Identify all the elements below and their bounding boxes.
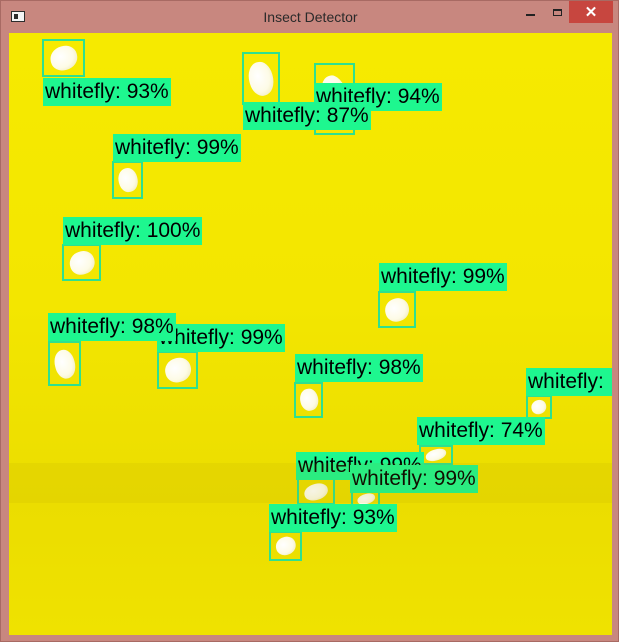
detection-box [48,341,81,386]
detection-label: whitefly: 74% [417,417,545,445]
detection-label: whitefly: 98% [48,313,176,341]
detection-label: whitefly: 100% [63,217,203,245]
close-icon: ✕ [584,4,598,21]
detection-box [419,445,453,465]
detection-box [62,244,101,281]
whitefly-image [115,166,140,194]
whitefly-image [302,480,330,503]
whitefly-image [297,386,320,414]
detection-box [157,351,198,389]
whitefly-image [161,355,194,385]
detection-box [294,382,323,418]
detection-label: whitefly: 87% [243,102,371,130]
whitefly-image [529,398,549,416]
whitefly-image [66,248,97,277]
maximize-button[interactable] [544,1,570,23]
detection-label: whitefly: 98% [295,354,423,382]
detection-box [269,531,302,561]
minimize-button[interactable] [517,1,543,23]
whitefly-image [424,446,448,464]
detection-box [42,39,85,77]
whitefly-image [50,347,79,380]
detection-box [297,478,335,505]
detection-label: whitefly: 93% [43,78,171,106]
whitefly-image [47,42,80,74]
detection-canvas: whitefly: 93% whitefly: 94% whitefly: 87… [9,33,612,635]
detection-box [242,52,280,105]
minimize-icon [525,14,535,16]
detection-label: whitefly: 99% [350,465,478,493]
detection-label: whitefly: 99% [157,324,285,352]
detection-label: whitefly: [526,368,612,396]
whitefly-image [245,58,277,99]
detection-label: whitefly: 93% [269,504,397,532]
close-button[interactable]: ✕ [569,1,613,23]
whitefly-image [382,295,412,324]
maximize-icon [552,8,562,16]
detection-label: whitefly: 99% [379,263,507,291]
whitefly-image [273,534,298,558]
detection-box [112,161,143,199]
title-bar[interactable]: Insect Detector ✕ [1,1,619,33]
detection-label: whitefly: 99% [296,452,424,480]
detection-box [526,395,552,419]
detection-box [378,291,416,328]
detection-label: whitefly: 99% [113,134,241,162]
app-window: Insect Detector ✕ whitefly: 93% whitefly… [0,0,619,642]
